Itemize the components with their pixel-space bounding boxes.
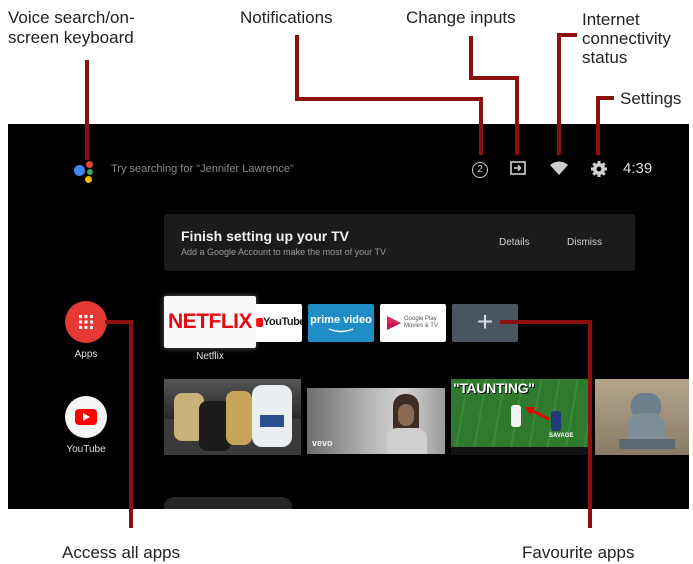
google-play-label: Google Play Movies & TV — [404, 316, 438, 329]
change-inputs-callout: Change inputs — [406, 8, 516, 27]
gear-icon[interactable] — [589, 160, 609, 180]
prime-video-label: prime video — [310, 314, 372, 326]
play-movies-icon — [387, 316, 401, 330]
football-video-thumbnail[interactable] — [164, 379, 301, 455]
setup-title: Finish setting up your TV — [181, 228, 349, 244]
setup-card[interactable]: Finish setting up your TV Add a Google A… — [164, 214, 635, 271]
taunting-video-thumbnail[interactable]: "TAUNTING" SAVAGE — [451, 379, 590, 455]
vevo-video-thumbnail[interactable]: vevo — [307, 388, 445, 454]
voice-search-callout: Voice search/on-screen keyboard — [8, 8, 135, 47]
input-source-icon[interactable] — [508, 160, 528, 180]
settings-callout-line-v — [596, 96, 600, 155]
dismiss-button[interactable]: Dismiss — [567, 237, 602, 248]
favourites-callout-line-v — [588, 320, 592, 528]
inputs-callout-line-v2 — [515, 76, 519, 155]
savage-caption: SAVAGE — [549, 433, 574, 439]
wifi-icon[interactable] — [549, 160, 569, 180]
google-play-movies-tile[interactable]: Google Play Movies & TV — [380, 304, 446, 342]
inputs-callout-line-h — [469, 76, 519, 80]
search-input[interactable]: Try searching for "Jennifer Lawrence" — [111, 163, 294, 175]
details-button[interactable]: Details — [499, 237, 530, 248]
internet-callout: Internet connectivity status — [582, 10, 671, 67]
notifications-callout-line-v1 — [295, 35, 299, 101]
youtube-logo-icon — [256, 318, 263, 327]
voice-callout-line — [85, 60, 89, 160]
netflix-tile[interactable]: NETFLIX — [164, 296, 256, 348]
grid-icon — [79, 315, 93, 329]
apps-callout-line-v — [129, 320, 133, 528]
notifications-icon[interactable]: 2 — [472, 162, 488, 178]
next-row-card[interactable] — [164, 497, 292, 509]
favourite-apps-callout: Favourite apps — [522, 543, 635, 562]
vevo-logo: vevo — [312, 438, 333, 448]
apps-button[interactable] — [65, 301, 107, 343]
youtube-side-button[interactable] — [65, 396, 107, 438]
taunting-caption: "TAUNTING" — [453, 380, 535, 396]
internet-callout-line-v — [557, 33, 561, 155]
prime-video-tile[interactable]: prime video — [308, 304, 374, 342]
favourites-callout-line-h — [500, 320, 592, 324]
notifications-callout-line-v2 — [479, 97, 483, 155]
red-arrow-icon — [525, 407, 550, 421]
youtube-tile-label: YouTube — [263, 316, 302, 328]
inputs-callout-line-v1 — [469, 36, 473, 80]
prime-smile-icon — [328, 328, 354, 333]
google-assistant-icon[interactable] — [74, 161, 98, 183]
youtube-icon — [75, 409, 97, 425]
netflix-logo: NETFLIX — [168, 310, 253, 333]
notifications-callout: Notifications — [240, 8, 333, 27]
settings-callout: Settings — [620, 89, 682, 108]
notifications-callout-line-h — [295, 97, 483, 101]
apps-label: Apps — [74, 349, 98, 360]
access-all-apps-callout: Access all apps — [62, 543, 181, 562]
clock: 4:39 — [623, 160, 653, 177]
tv-home-screen: Try searching for "Jennifer Lawrence" 2 … — [8, 124, 689, 509]
netflix-label: Netflix — [196, 351, 224, 362]
setup-subtitle: Add a Google Account to make the most of… — [181, 247, 386, 257]
youtube-side-label: YouTube — [66, 444, 106, 455]
cat-video-thumbnail[interactable] — [595, 379, 689, 455]
